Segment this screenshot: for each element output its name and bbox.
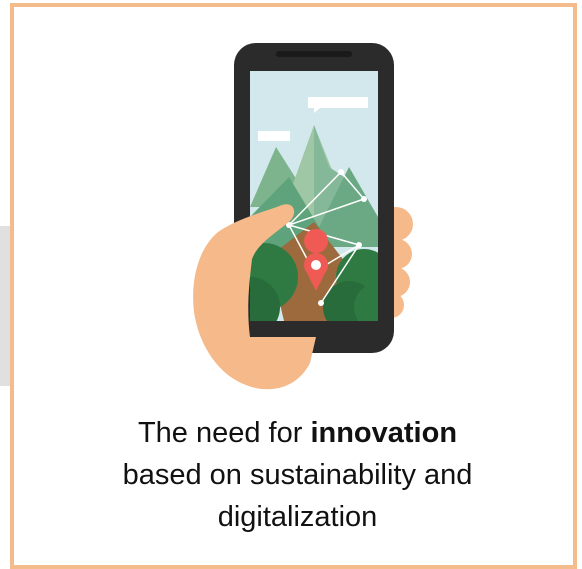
caption-line-3: digitalization [217, 501, 378, 533]
phone-in-hand-illustration [193, 43, 413, 390]
caption-prefix: The need for [137, 417, 311, 449]
caption-line-2: based on sustainability and [122, 459, 473, 491]
caption-keyword: innovation [310, 417, 458, 449]
caption: The need for innovation based on sustain… [14, 412, 581, 538]
caption-line-1: The need for innovation [14, 412, 581, 454]
info-card: The need for innovation based on sustain… [10, 3, 577, 569]
